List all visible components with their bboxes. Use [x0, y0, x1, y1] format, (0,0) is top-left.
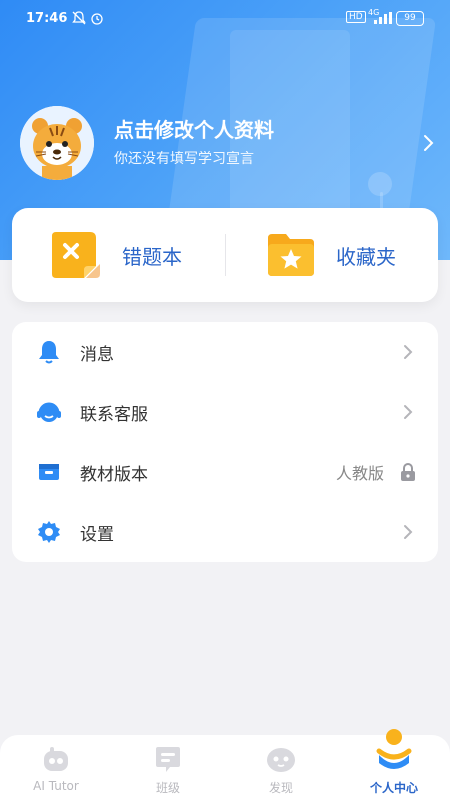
mistake-book-label: 错题本 [122, 244, 182, 269]
favorites-label: 收藏夹 [336, 244, 396, 269]
profile-subtitle: 你还没有填写学习宣言 [114, 151, 254, 167]
tab-class[interactable]: 班级 [112, 735, 224, 800]
chevron-right-icon [404, 345, 413, 359]
tab-ai-tutor[interactable]: AI Tutor [0, 735, 112, 800]
signal-icon [370, 12, 392, 27]
discover-icon [267, 748, 295, 772]
menu-label-textbook-version: 教材版本 [80, 464, 148, 485]
alarm-icon [90, 11, 104, 28]
menu-label-messages: 消息 [80, 344, 114, 365]
avatar[interactable] [20, 106, 94, 180]
bell-icon [36, 339, 62, 365]
chevron-right-icon [404, 525, 413, 539]
status-time: 17:46 [26, 11, 68, 26]
tab-label: 班级 [155, 781, 180, 795]
chevron-right-icon[interactable] [420, 132, 438, 154]
tab-label: 个人中心 [369, 781, 418, 795]
textbook-icon [36, 459, 62, 485]
mistake-book-button[interactable]: 错题本 [50, 208, 182, 302]
menu-item-customer-service[interactable]: 联系客服 [12, 382, 438, 442]
menu-label-settings: 设置 [80, 524, 114, 545]
bottom-tab-bar: AI Tutor 班级 发现 个人中心 [0, 729, 450, 800]
profile-title[interactable]: 点击修改个人资料 [114, 114, 274, 143]
tab-discover[interactable]: 发现 [225, 735, 337, 800]
divider [225, 234, 226, 276]
headset-icon [36, 399, 62, 425]
class-icon [156, 747, 180, 772]
menu-label-customer-service: 联系客服 [80, 404, 148, 425]
menu-item-textbook-version[interactable]: 教材版本 人教版 [12, 442, 438, 502]
favorites-button[interactable]: 收藏夹 [264, 208, 396, 302]
quick-actions-card: 错题本 收藏夹 [12, 208, 438, 302]
settings-menu: 消息 联系客服 教材版本 人教版 设置 [12, 322, 438, 562]
menu-item-settings[interactable]: 设置 [12, 502, 438, 562]
robot-icon [44, 747, 68, 771]
battery-indicator: 99 [396, 11, 424, 26]
profile-icon [376, 729, 412, 769]
textbook-version-value: 人教版 [335, 464, 384, 483]
gear-icon [36, 519, 62, 545]
menu-item-messages[interactable]: 消息 [12, 322, 438, 382]
tab-label: AI Tutor [33, 779, 79, 793]
tab-label: 发现 [268, 781, 293, 795]
favorites-folder-icon [264, 228, 318, 282]
chevron-right-icon [404, 405, 413, 419]
notification-off-icon [72, 11, 86, 28]
tab-profile-center[interactable]: 个人中心 [338, 729, 450, 800]
lock-icon [401, 463, 415, 481]
tiger-avatar-icon [20, 106, 94, 180]
hd-badge: HD [346, 11, 366, 23]
status-bar: 17:46 HD 4G 99 [0, 0, 450, 36]
mistake-book-icon [50, 228, 104, 282]
